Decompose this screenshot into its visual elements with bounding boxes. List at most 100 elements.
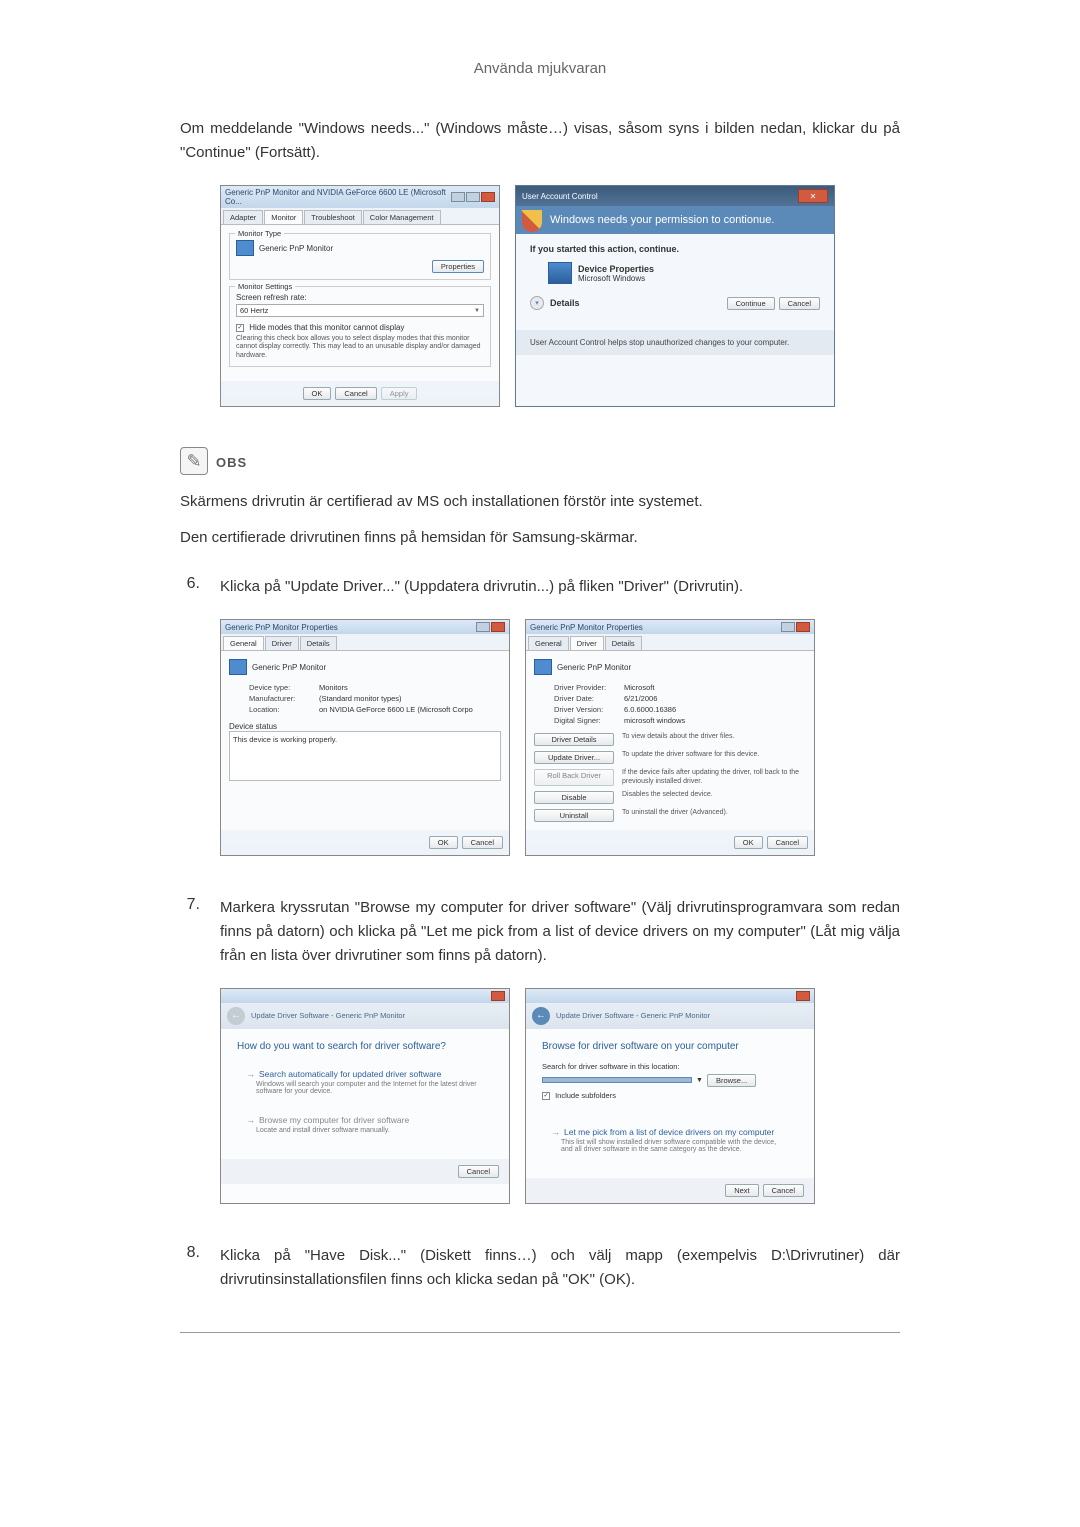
close-icon[interactable]	[796, 622, 810, 632]
chevron-down-icon: ▼	[474, 308, 480, 314]
update-driver-wizard-browse: ← Update Driver Software - Generic PnP M…	[525, 988, 815, 1204]
note-label: OBS	[216, 455, 247, 470]
footer-divider	[180, 1332, 900, 1333]
cancel-button[interactable]: Cancel	[458, 1165, 499, 1178]
properties-button[interactable]: Properties	[432, 260, 484, 273]
note-line-2: Den certifierade drivrutinen finns på he…	[180, 526, 900, 550]
disable-button[interactable]: Disable	[534, 791, 614, 804]
option-pick-from-list[interactable]: →Let me pick from a list of device drive…	[542, 1120, 798, 1160]
group-monitor-settings: Monitor Settings	[235, 282, 295, 291]
path-input[interactable]	[542, 1077, 692, 1083]
close-icon[interactable]	[796, 991, 810, 1001]
arrow-right-icon: →	[246, 1069, 255, 1079]
group-monitor-type: Monitor Type	[235, 229, 284, 238]
close-icon[interactable]	[491, 622, 505, 632]
uac-dialog: User Account Control ✕ Windows needs you…	[515, 185, 835, 407]
close-icon[interactable]: ✕	[798, 189, 828, 203]
device-status-label: Device status	[229, 722, 501, 731]
help-icon[interactable]	[476, 622, 490, 632]
include-subfolders-checkbox[interactable]: ✓	[542, 1092, 550, 1100]
update-driver-button[interactable]: Update Driver...	[534, 751, 614, 764]
tab-details[interactable]: Details	[605, 636, 642, 650]
rollback-driver-button: Roll Back Driver	[534, 769, 614, 786]
titlebar: Generic PnP Monitor Properties	[221, 620, 509, 634]
monitor-name: Generic PnP Monitor	[252, 663, 326, 672]
intro-paragraph: Om meddelande "Windows needs..." (Window…	[180, 117, 900, 165]
uninstall-button[interactable]: Uninstall	[534, 809, 614, 822]
minimize-icon[interactable]	[451, 192, 465, 202]
wizard-heading: How do you want to search for driver sof…	[237, 1041, 493, 1052]
cancel-button[interactable]: Cancel	[779, 297, 820, 310]
tab-driver[interactable]: Driver	[570, 636, 604, 650]
maximize-icon[interactable]	[466, 192, 480, 202]
breadcrumb: Update Driver Software - Generic PnP Mon…	[556, 1011, 710, 1020]
titlebar: Generic PnP Monitor and NVIDIA GeForce 6…	[221, 186, 499, 208]
search-location-label: Search for driver software in this locat…	[542, 1062, 798, 1071]
note-row: ✎ OBS	[180, 447, 900, 475]
publisher: Microsoft Windows	[578, 274, 654, 283]
cancel-button[interactable]: Cancel	[763, 1184, 804, 1197]
driver-details-button[interactable]: Driver Details	[534, 733, 614, 746]
monitor-icon	[229, 659, 247, 675]
ok-button[interactable]: OK	[303, 387, 332, 400]
monitor-name: Generic PnP Monitor	[557, 663, 631, 672]
help-icon[interactable]	[781, 622, 795, 632]
cancel-button[interactable]: Cancel	[335, 387, 376, 400]
back-icon: ←	[227, 1007, 245, 1025]
details-label[interactable]: Details	[550, 298, 580, 308]
uac-title-text: User Account Control	[522, 192, 598, 201]
refresh-rate-dropdown[interactable]: 60 Hertz ▼	[236, 304, 484, 317]
monitor-icon	[236, 240, 254, 256]
uac-titlebar: User Account Control ✕	[516, 186, 834, 206]
note-icon: ✎	[180, 447, 208, 475]
uac-footer: User Account Control helps stop unauthor…	[516, 330, 834, 355]
window-title: Generic PnP Monitor and NVIDIA GeForce 6…	[225, 188, 451, 206]
chevron-down-icon[interactable]: ▼	[696, 1077, 703, 1084]
tab-details[interactable]: Details	[300, 636, 337, 650]
cancel-button[interactable]: Cancel	[462, 836, 503, 849]
option-search-auto[interactable]: →Search automatically for updated driver…	[237, 1062, 493, 1102]
chevron-down-icon[interactable]: ▾	[530, 296, 544, 310]
monitor-icon	[534, 659, 552, 675]
note-line-1: Skärmens drivrutin är certifierad av MS …	[180, 490, 900, 514]
window-title: Generic PnP Monitor Properties	[225, 623, 338, 632]
tab-troubleshoot[interactable]: Troubleshoot	[304, 210, 362, 224]
close-icon[interactable]	[481, 192, 495, 202]
tab-general[interactable]: General	[528, 636, 569, 650]
refresh-rate-label: Screen refresh rate:	[236, 293, 484, 302]
next-button[interactable]: Next	[725, 1184, 758, 1197]
update-driver-wizard-search: ← Update Driver Software - Generic PnP M…	[220, 988, 510, 1204]
ok-button[interactable]: OK	[734, 836, 763, 849]
monitor-name: Generic PnP Monitor	[259, 244, 333, 253]
apply-button: Apply	[381, 387, 418, 400]
breadcrumb: Update Driver Software - Generic PnP Mon…	[251, 1011, 405, 1020]
app-name: Device Properties	[578, 264, 654, 274]
uac-subtitle: If you started this action, continue.	[530, 244, 820, 254]
close-icon[interactable]	[491, 991, 505, 1001]
arrow-right-icon: →	[246, 1115, 255, 1125]
device-status-box: This device is working properly.	[229, 731, 501, 781]
hide-modes-label: Hide modes that this monitor cannot disp…	[249, 323, 404, 332]
uac-banner: Windows needs your permission to contion…	[516, 206, 834, 234]
window-title: Generic PnP Monitor Properties	[530, 623, 643, 632]
pnp-properties-driver: Generic PnP Monitor Properties General D…	[525, 619, 815, 856]
tab-general[interactable]: General	[223, 636, 264, 650]
hide-modes-checkbox[interactable]: ✓	[236, 324, 244, 332]
cancel-button[interactable]: Cancel	[767, 836, 808, 849]
titlebar: Generic PnP Monitor Properties	[526, 620, 814, 634]
tab-monitor[interactable]: Monitor	[264, 210, 303, 224]
figure-row-1: Generic PnP Monitor and NVIDIA GeForce 6…	[220, 185, 900, 407]
tab-adapter[interactable]: Adapter	[223, 210, 263, 224]
arrow-right-icon: →	[551, 1127, 560, 1137]
option-browse-computer[interactable]: →Browse my computer for driver software …	[237, 1108, 493, 1141]
back-icon[interactable]: ←	[532, 1007, 550, 1025]
shield-icon	[522, 210, 542, 232]
tab-strip: Adapter Monitor Troubleshoot Color Manag…	[221, 208, 499, 225]
continue-button[interactable]: Continue	[727, 297, 775, 310]
tab-color-management[interactable]: Color Management	[363, 210, 441, 224]
figure-row-2: Generic PnP Monitor Properties General D…	[220, 619, 900, 856]
browse-button[interactable]: Browse...	[707, 1074, 756, 1087]
ok-button[interactable]: OK	[429, 836, 458, 849]
wizard-heading: Browse for driver software on your compu…	[542, 1041, 798, 1052]
tab-driver[interactable]: Driver	[265, 636, 299, 650]
